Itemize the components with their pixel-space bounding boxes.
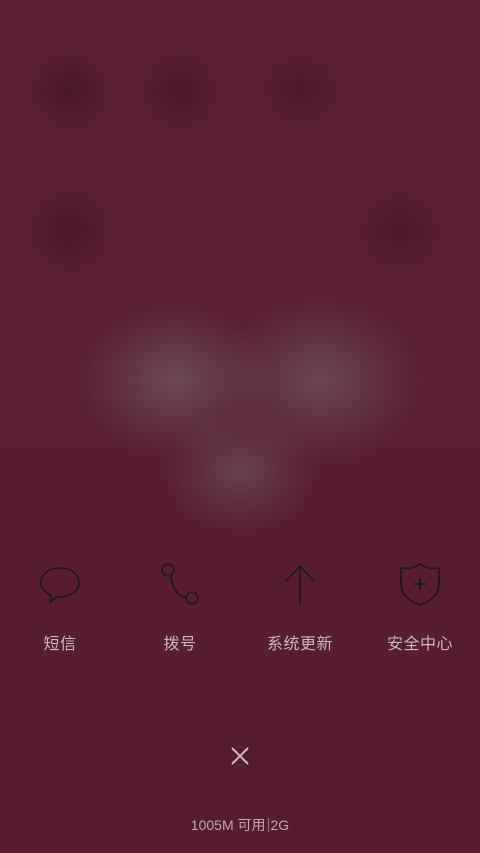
close-button[interactable]: [222, 740, 258, 776]
memory-status: 1005M 可用 2G: [0, 815, 480, 835]
shield-plus-icon: [396, 560, 444, 608]
blurred-wallpaper: [0, 0, 480, 853]
message-bubble-icon: [36, 560, 84, 608]
available-memory: 1005M 可用: [190, 817, 266, 833]
action-sms-label: 短信: [43, 636, 77, 653]
action-security-center-label: 安全中心: [386, 636, 453, 653]
action-dial[interactable]: 拨号: [120, 560, 240, 654]
action-sms[interactable]: 短信: [0, 560, 120, 654]
action-system-update[interactable]: 系统更新: [240, 560, 360, 654]
action-dial-label: 拨号: [163, 636, 197, 653]
action-security-center[interactable]: 安全中心: [360, 560, 480, 654]
action-system-update-label: 系统更新: [266, 636, 333, 653]
dial-icon: [156, 560, 204, 608]
close-icon: [229, 745, 251, 772]
network-type: 2G: [270, 817, 290, 833]
arrow-up-icon: [276, 560, 324, 608]
quick-actions: 短信 拨号 系统更新 安全中心: [0, 560, 480, 654]
status-divider: [267, 818, 269, 832]
